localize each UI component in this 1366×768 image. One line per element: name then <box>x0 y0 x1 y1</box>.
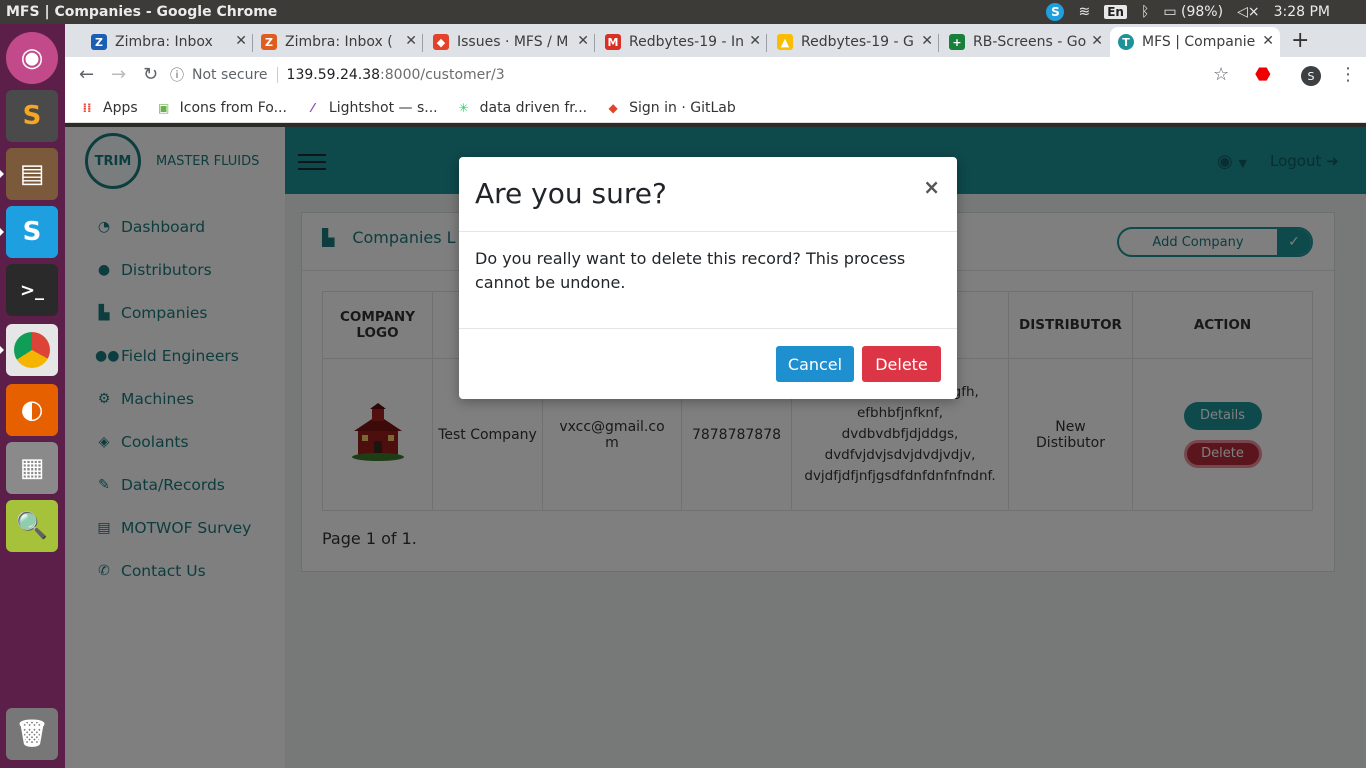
bookmark-star-icon[interactable]: ☆ <box>1213 64 1229 85</box>
reload-icon[interactable]: ↻ <box>143 64 158 85</box>
os-top-bar: MFS | Companies - Google Chrome S ≋ En ᛒ… <box>0 0 1366 24</box>
battery-percent: (98%) <box>1181 4 1224 20</box>
browser-window: Z Zimbra: Inbox ✕ Z Zimbra: Inbox ( ✕ ◆ … <box>65 24 1366 123</box>
apps-grid-icon: ⁞⁞ <box>82 100 92 115</box>
close-icon[interactable]: ✕ <box>1262 33 1274 49</box>
firefox-icon[interactable]: ◐ <box>6 384 58 436</box>
menu-kebab-icon[interactable]: ⋮ <box>1339 64 1357 85</box>
feather-icon: ⁄ <box>311 100 314 115</box>
confirm-delete-modal: Are you sure? × Do you really want to de… <box>459 157 957 399</box>
close-icon[interactable]: ✕ <box>921 33 933 49</box>
drive-favicon: ▲ <box>777 34 793 50</box>
bookmark-label: Lightshot — s... <box>328 99 438 116</box>
adblock-extension-icon[interactable]: ⬣ <box>1255 64 1271 85</box>
wifi-icon[interactable]: ≋ <box>1078 4 1090 20</box>
bookmark-apps[interactable]: ⁞⁞ Apps <box>79 99 138 116</box>
gmail-favicon: M <box>605 34 621 50</box>
url-path: :8000/customer/3 <box>380 67 505 83</box>
bookmark-gitlab[interactable]: ◆ Sign in · GitLab <box>605 100 736 116</box>
tab-zimbra-inbox[interactable]: Z Zimbra: Inbox ✕ <box>83 27 253 57</box>
url-host: 139.59.24.38 <box>286 67 381 83</box>
battery-indicator[interactable]: ▭ (98%) <box>1163 4 1223 20</box>
tab-label: Zimbra: Inbox ( <box>285 34 393 50</box>
d3-icon: ✳ <box>458 100 469 115</box>
files-icon[interactable]: ▤ <box>0 148 58 200</box>
modal-message: Do you really want to delete this record… <box>475 249 906 292</box>
close-icon[interactable]: ✕ <box>577 33 589 49</box>
sublime-text-icon[interactable]: S <box>6 90 58 142</box>
bookmark-label: Icons from Fo... <box>179 99 287 116</box>
zimbra-favicon: Z <box>91 34 107 50</box>
ubuntu-dash-icon[interactable]: ◉ <box>6 32 58 84</box>
tab-strip: Z Zimbra: Inbox ✕ Z Zimbra: Inbox ( ✕ ◆ … <box>65 24 1366 57</box>
bookmark-label: Apps <box>103 99 138 116</box>
confirm-delete-button[interactable]: Delete <box>862 346 941 382</box>
window-title: MFS | Companies - Google Chrome <box>6 4 278 20</box>
tab-label: Redbytes-19 - In <box>629 34 744 50</box>
trash-icon[interactable]: 🗑 <box>6 708 58 760</box>
bookmark-label: data driven fr... <box>479 99 588 116</box>
close-icon[interactable]: × <box>923 175 940 199</box>
tab-label: Redbytes-19 - G <box>801 34 914 50</box>
tab-gitlab-issues[interactable]: ◆ Issues · MFS / M ✕ <box>425 27 595 57</box>
sheets-favicon: + <box>949 34 965 50</box>
tab-label: Zimbra: Inbox <box>115 34 213 50</box>
tab-label: MFS | Companie <box>1142 34 1256 50</box>
scanner-icon[interactable]: ▦ <box>6 442 58 494</box>
keyboard-layout[interactable]: En <box>1104 5 1127 19</box>
skype-tray-icon[interactable]: S <box>1046 3 1065 21</box>
browser-toolbar: ← → ↻ ⓘ Not secure 139.59.24.38 :8000/cu… <box>65 57 1366 93</box>
system-tray: S ≋ En ᛒ ▭ (98%) ◁× 3:28 PM <box>1046 0 1366 24</box>
close-icon[interactable]: ✕ <box>235 33 247 49</box>
launcher: ◉ S ▤ S >_ ◐ ▦ 🔍 🗑 <box>0 24 65 768</box>
forward-icon[interactable]: → <box>111 64 126 85</box>
bluetooth-icon[interactable]: ᛒ <box>1141 4 1149 20</box>
back-icon[interactable]: ← <box>79 64 94 85</box>
not-secure-label: Not secure <box>192 67 268 83</box>
skype-icon[interactable]: S <box>0 206 58 258</box>
tab-gmail[interactable]: M Redbytes-19 - In ✕ <box>597 27 767 57</box>
tab-mfs-companies[interactable]: T MFS | Companie ✕ <box>1110 27 1280 57</box>
gitlab-icon: ◆ <box>608 100 618 115</box>
zimbra-favicon: Z <box>261 34 277 50</box>
bookmark-label: Sign in · GitLab <box>629 99 736 116</box>
cancel-button[interactable]: Cancel <box>776 346 854 382</box>
new-tab-button[interactable]: + <box>1291 28 1309 53</box>
tab-label: RB-Screens - Go <box>973 34 1087 50</box>
fontawesome-icon: ▣ <box>157 100 170 115</box>
clock[interactable]: 3:28 PM <box>1274 4 1330 20</box>
bookmark-data-driven[interactable]: ✳ data driven fr... <box>456 100 588 116</box>
tab-google-sheets[interactable]: + RB-Screens - Go ✕ <box>941 27 1109 57</box>
close-icon[interactable]: ✕ <box>749 33 761 49</box>
volume-icon[interactable]: ◁× <box>1237 4 1260 20</box>
profile-avatar[interactable]: S <box>1301 66 1321 86</box>
document-viewer-icon[interactable]: 🔍 <box>6 500 58 552</box>
close-icon[interactable]: ✕ <box>1091 33 1103 49</box>
info-icon[interactable]: ⓘ <box>170 65 184 85</box>
bookmark-icons-from-fontawesome[interactable]: ▣ Icons from Fo... <box>156 100 287 116</box>
mfs-favicon: T <box>1118 34 1134 50</box>
close-icon[interactable]: ✕ <box>405 33 417 49</box>
terminal-icon[interactable]: >_ <box>6 264 58 316</box>
tab-google-drive[interactable]: ▲ Redbytes-19 - G ✕ <box>769 27 939 57</box>
gitlab-favicon: ◆ <box>433 34 449 50</box>
bookmark-lightshot[interactable]: ⁄ Lightshot — s... <box>305 100 438 116</box>
tab-label: Issues · MFS / M <box>457 34 569 50</box>
modal-title: Are you sure? <box>475 177 667 210</box>
battery-icon: ▭ <box>1163 4 1177 20</box>
chrome-icon[interactable] <box>0 324 58 376</box>
tab-zimbra-inbox-2[interactable]: Z Zimbra: Inbox ( ✕ <box>253 27 423 57</box>
address-bar[interactable]: ⓘ Not secure 139.59.24.38 :8000/customer… <box>170 60 1230 90</box>
bookmarks-bar: ⁞⁞ Apps ▣ Icons from Fo... ⁄ Lightshot — s.… <box>65 93 1366 123</box>
